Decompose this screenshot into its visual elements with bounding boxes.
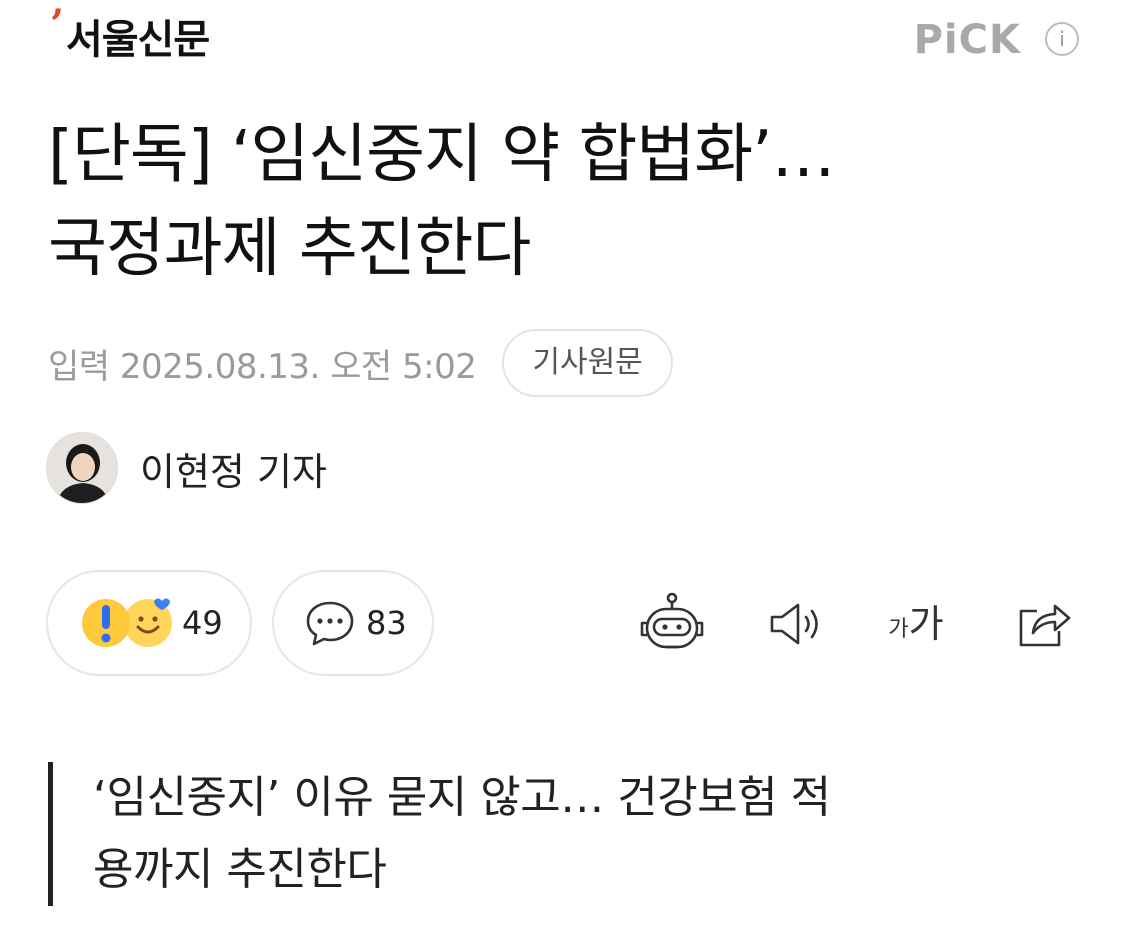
font-size-button[interactable]: 가 가 bbox=[876, 592, 956, 656]
title-line-1: [단독] ‘임신중지 약 합법화’… bbox=[48, 118, 835, 192]
publish-date: 입력 2025.08.13. 오전 5:02 bbox=[48, 346, 477, 387]
font-size-small-label: 가 bbox=[888, 617, 909, 642]
font-size-large-label: 가 bbox=[908, 602, 944, 646]
reaction-count: 49 bbox=[182, 604, 223, 642]
share-button[interactable] bbox=[1006, 592, 1078, 656]
ai-summary-button[interactable] bbox=[636, 592, 708, 656]
article-title: [단독] ‘임신중지 약 합법화’… 국정과제 추진한다 bbox=[48, 108, 1088, 296]
article-subheading: ‘임신중지’ 이유 묻지 않고… 건강보험 적 용까지 추진한다 bbox=[48, 762, 1048, 906]
font-size-icon: 가 가 bbox=[888, 603, 943, 645]
comment-count: 83 bbox=[366, 604, 407, 642]
share-icon bbox=[1019, 604, 1071, 647]
publisher-logo[interactable]: ’ 서울신문 bbox=[50, 1, 210, 68]
reaction-emoji-icon bbox=[82, 598, 172, 647]
pick-badge: PiCK bbox=[913, 17, 1021, 63]
title-line-2: 국정과제 추진한다 bbox=[48, 212, 531, 286]
article-action-bar: 49 83 가 가 bbox=[0, 570, 1125, 678]
logo-mark: ’ bbox=[50, 1, 64, 48]
speaker-icon bbox=[770, 603, 818, 645]
subheading-line-1: ‘임신중지’ 이유 묻지 않고… 건강보험 적 bbox=[93, 772, 831, 823]
subheading-line-2: 용까지 추진한다 bbox=[93, 844, 387, 895]
author-info[interactable]: 이현정 기자 bbox=[46, 432, 327, 504]
info-icon[interactable]: i bbox=[1045, 22, 1079, 56]
avatar-portrait-icon bbox=[47, 433, 117, 503]
robot-icon bbox=[640, 592, 704, 649]
comment-bubble-icon bbox=[306, 601, 354, 646]
author-name: 이현정 기자 bbox=[140, 449, 327, 494]
comment-button[interactable]: 83 bbox=[272, 570, 434, 676]
logo-text: 서울신문 bbox=[65, 17, 210, 63]
text-to-speech-button[interactable] bbox=[758, 592, 830, 656]
original-article-button[interactable]: 기사원문 bbox=[502, 329, 673, 397]
article-meta: 입력 2025.08.13. 오전 5:02 기사원문 bbox=[48, 329, 673, 397]
header-bar: ’ 서울신문 PiCK i bbox=[0, 0, 1125, 90]
author-avatar bbox=[46, 432, 118, 504]
reaction-button[interactable]: 49 bbox=[46, 570, 252, 676]
